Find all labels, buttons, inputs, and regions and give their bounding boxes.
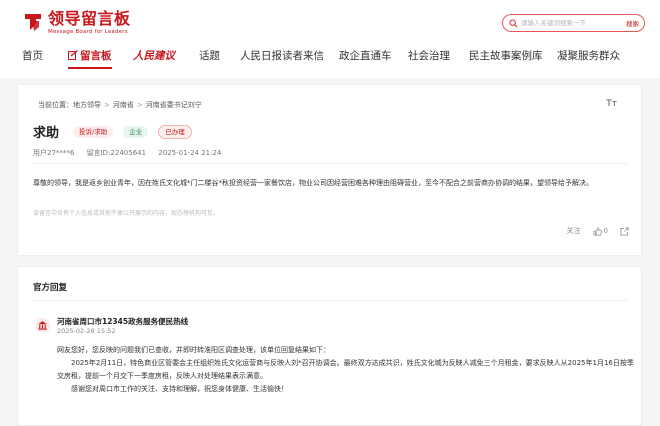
nav-people-suggestions[interactable]: 人民建议 [133, 46, 175, 66]
site-header: 领导留言板 Message Board for Leaders 搜索 首页 留言… [0, 0, 660, 78]
divider [33, 163, 628, 164]
message-meta: 用户27****6 留言ID:22405641 2025-01-24 21:24 [33, 148, 231, 158]
reply-paragraph: 2025年2月11日，特色商业区管委会主任组织姓氏文化运营商与反映人刘*召开协调… [57, 359, 634, 380]
search-icon [509, 19, 518, 28]
share-button[interactable] [620, 226, 629, 236]
edit-icon [68, 50, 78, 60]
thumbs-up-icon [593, 227, 602, 235]
breadcrumb-prefix: 当前位置： [38, 101, 73, 109]
like-count: 0 [603, 227, 608, 235]
search-button[interactable]: 搜索 [626, 18, 639, 28]
divider [33, 300, 628, 301]
nav-social-governance[interactable]: 社会治理 [408, 46, 450, 66]
nav-gov-enterprise[interactable]: 政企直通车 [339, 46, 392, 66]
logo-icon [25, 14, 41, 31]
like-button[interactable]: 0 [593, 227, 608, 236]
breadcrumb-henan[interactable]: 河南省 [113, 101, 134, 109]
government-building-icon [35, 318, 50, 333]
message-content: 尊敬的领导，我是返乡创业青年，因在姓氏文化城*门二楼谷*秋投资经营一家餐饮店，物… [33, 179, 593, 187]
reply-time: 2025-02-28 15:52 [57, 327, 116, 335]
message-actions: 关注 0 [555, 226, 629, 236]
nav-readers-letters[interactable]: 人民日报读者来信 [240, 46, 324, 66]
nav-serve-masses[interactable]: 凝聚服务群众 [557, 46, 620, 66]
nav-democracy-cases[interactable]: 民主故事案例库 [469, 46, 543, 66]
status-badge: 已办理 [158, 124, 192, 139]
breadcrumb-leader[interactable]: 河南省委书记刘宁 [146, 101, 202, 109]
nav-home[interactable]: 首页 [22, 46, 43, 66]
breadcrumb: 当前位置：地方领导 > 河南省 > 河南省委书记刘宁 [38, 101, 202, 109]
title-row: 求助 投诉/求助 企业 已办理 [33, 122, 192, 141]
reply-org-name: 河南省周口市12345政务服务便民热线 [57, 317, 189, 326]
message-id: 留言ID:22405641 [86, 149, 147, 157]
message-time: 2025-01-24 21:24 [158, 149, 222, 157]
privacy-notice: 该留言中含有个人信息或其他不便公开展示的内容，现办理机构可见。 [33, 210, 220, 217]
reply-paragraph: 感谢您对周口市工作的关注、支持和理解，祝您身体健康、生活愉快！ [71, 385, 288, 393]
logo-title: 领导留言板 [48, 9, 131, 28]
tag-field: 企业 [123, 125, 149, 138]
message-card: 当前位置：地方领导 > 河南省 > 河南省委书记刘宁 Tт 求助 投诉/求助 企业 已办… [17, 84, 642, 256]
nav-message-board[interactable]: 留言板 [68, 46, 112, 66]
site-logo[interactable]: 领导留言板 Message Board for Leaders [22, 9, 131, 36]
official-reply-card: 官方回复 河南省周口市12345政务服务便民热线 2025-02-28 15:5… [17, 266, 642, 426]
search-input[interactable] [521, 16, 609, 30]
nav-message-board-label: 留言板 [80, 50, 112, 62]
message-title: 求助 [33, 126, 60, 141]
search-box: 搜索 [502, 14, 645, 32]
logo-subtitle: Message Board for Leaders [48, 29, 128, 35]
tag-category: 投诉/求助 [73, 125, 114, 138]
share-icon [620, 226, 629, 236]
reply-body: 网友您好，您反映的问题我们已查收，并即时转淮阳区调查处理，该单位回复结果如下： … [57, 344, 635, 396]
breadcrumb-local-leaders[interactable]: 地方领导 [73, 101, 101, 109]
nav-topics[interactable]: 话题 [199, 46, 220, 66]
nav-active-indicator [68, 67, 112, 69]
follow-button[interactable]: 关注 [567, 226, 581, 236]
reply-paragraph: 网友您好，您反映的问题我们已查收，并即时转淮阳区调查处理，该单位回复结果如下： [57, 346, 330, 354]
font-size-icon[interactable]: Tт [606, 99, 617, 109]
main-nav: 首页 留言板 人民建议 话题 人民日报读者来信 政企直通车 社会治理 民主故事案… [0, 46, 660, 68]
reply-section-title: 官方回复 [33, 283, 68, 293]
message-user: 用户27****6 [33, 149, 75, 157]
